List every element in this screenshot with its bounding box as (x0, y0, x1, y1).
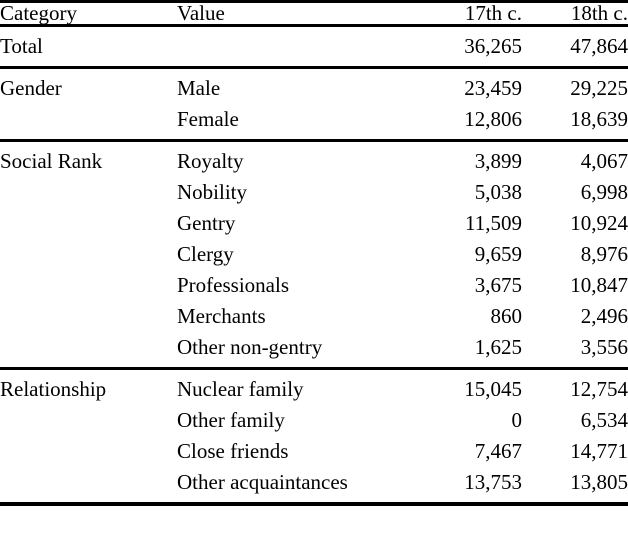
row-17th-century: 23,459 (464, 76, 522, 100)
row-18th-century: 4,067 (580, 149, 628, 173)
row-category (0, 239, 177, 270)
table-row: Clergy 9,659 8,976 (0, 239, 628, 270)
row-17th-century: 3,899 (474, 149, 522, 173)
row-category (0, 301, 177, 332)
row-18th-century: 8,976 (580, 242, 628, 266)
row-18th-century: 12,754 (570, 377, 628, 401)
row-category (0, 332, 177, 363)
rule-bottom (0, 502, 628, 506)
row-18th-century: 6,534 (580, 408, 628, 432)
row-17th-century: 5,038 (474, 180, 522, 204)
row-category (0, 104, 177, 135)
row-18th-century: 10,924 (570, 211, 628, 235)
row-17th-century: 0 (511, 408, 523, 432)
row-value: Nuclear family (177, 377, 304, 401)
table-row: Gentry 11,509 10,924 (0, 208, 628, 239)
row-category (0, 177, 177, 208)
table-row: Merchants 860 2,496 (0, 301, 628, 332)
row-value: Clergy (177, 242, 234, 266)
row-category: Gender (0, 76, 62, 100)
table-row: Other family 0 6,534 (0, 405, 628, 436)
statistics-table: Category Value 17th c. 18th c. Total 36,… (0, 0, 628, 506)
row-18th-century: 47,864 (570, 34, 628, 58)
row-17th-century: 7,467 (474, 439, 522, 463)
row-18th-century: 18,639 (570, 107, 628, 131)
horizontal-rule (0, 502, 628, 506)
row-category (0, 208, 177, 239)
table-row: Other acquaintances 13,753 13,805 (0, 467, 628, 498)
row-value: Female (177, 107, 239, 131)
column-header-category: Category (0, 1, 77, 25)
table-row: Social Rank Royalty 3,899 4,067 (0, 146, 628, 177)
table-row: Close friends 7,467 14,771 (0, 436, 628, 467)
table-row: Relationship Nuclear family 15,045 12,75… (0, 374, 628, 405)
row-value (177, 31, 422, 62)
row-17th-century: 3,675 (474, 273, 522, 297)
row-18th-century: 6,998 (580, 180, 628, 204)
row-value: Other non-gentry (177, 335, 323, 359)
row-17th-century: 860 (490, 304, 523, 328)
row-value: Royalty (177, 149, 244, 173)
row-18th-century: 2,496 (580, 304, 628, 328)
table-header-row: Category Value 17th c. 18th c. (0, 3, 628, 24)
row-value: Close friends (177, 439, 289, 463)
row-value: Professionals (177, 273, 289, 297)
row-18th-century: 14,771 (570, 439, 628, 463)
row-value: Nobility (177, 180, 248, 204)
row-value: Merchants (177, 304, 266, 328)
column-header-17th-century: 17th c. (464, 1, 522, 25)
row-value: Other acquaintances (177, 470, 348, 494)
table-row: Nobility 5,038 6,998 (0, 177, 628, 208)
table-row: Other non-gentry 1,625 3,556 (0, 332, 628, 363)
row-category: Relationship (0, 377, 107, 401)
row-category (0, 405, 177, 436)
row-17th-century: 13,753 (464, 470, 522, 494)
table-row: Professionals 3,675 10,847 (0, 270, 628, 301)
row-17th-century: 9,659 (474, 242, 522, 266)
column-header-value: Value (177, 1, 225, 25)
row-category: Social Rank (0, 149, 103, 173)
table-row: Female 12,806 18,639 (0, 104, 628, 135)
row-value: Gentry (177, 211, 236, 235)
row-category (0, 467, 177, 498)
row-17th-century: 12,806 (464, 107, 522, 131)
row-17th-century: 15,045 (464, 377, 522, 401)
table-row: Total 36,265 47,864 (0, 31, 628, 62)
row-17th-century: 11,509 (465, 211, 522, 235)
row-17th-century: 1,625 (474, 335, 522, 359)
row-18th-century: 10,847 (570, 273, 628, 297)
table-row: Gender Male 23,459 29,225 (0, 73, 628, 104)
row-18th-century: 3,556 (580, 335, 628, 359)
row-value: Male (177, 76, 221, 100)
row-value: Other family (177, 408, 285, 432)
table-container: Category Value 17th c. 18th c. Total 36,… (0, 0, 628, 534)
row-category: Total (0, 34, 43, 58)
row-17th-century: 36,265 (464, 34, 522, 58)
row-category (0, 270, 177, 301)
row-18th-century: 13,805 (570, 470, 628, 494)
row-18th-century: 29,225 (570, 76, 628, 100)
column-header-18th-century: 18th c. (570, 1, 628, 25)
row-category (0, 436, 177, 467)
